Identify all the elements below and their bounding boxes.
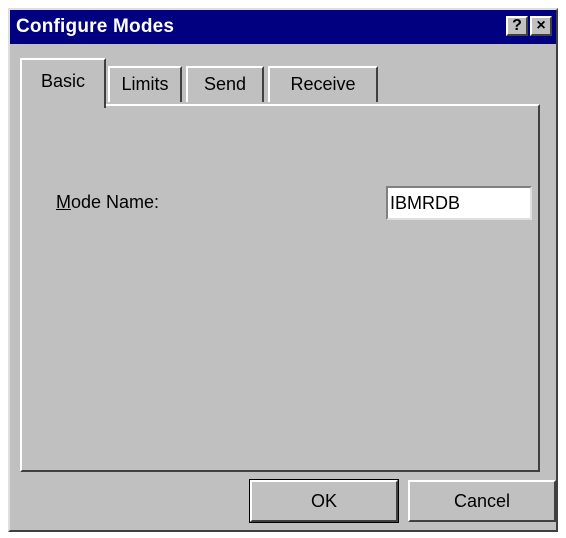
configure-modes-dialog: Configure Modes ? × Basic Limits Send Re… bbox=[8, 8, 558, 532]
question-mark-icon: ? bbox=[512, 17, 522, 34]
tab-limits[interactable]: Limits bbox=[108, 66, 182, 102]
tab-send[interactable]: Send bbox=[186, 66, 264, 102]
mode-name-input[interactable] bbox=[386, 186, 532, 220]
tab-receive[interactable]: Receive bbox=[268, 66, 378, 102]
close-button[interactable]: × bbox=[530, 16, 552, 36]
dialog-title: Configure Modes bbox=[16, 16, 175, 37]
close-icon: × bbox=[536, 17, 546, 34]
title-bar[interactable]: Configure Modes ? × bbox=[10, 10, 556, 44]
tab-strip: Basic Limits Send Receive bbox=[20, 58, 560, 108]
tab-basic[interactable]: Basic bbox=[20, 58, 106, 108]
ok-button[interactable]: OK bbox=[249, 479, 399, 523]
basic-tab-panel: Mode Name: bbox=[20, 104, 540, 472]
cancel-button[interactable]: Cancel bbox=[408, 480, 556, 522]
mode-name-mnemonic: M bbox=[56, 192, 71, 212]
mode-name-label: Mode Name: bbox=[56, 192, 159, 213]
mode-name-label-text: ode Name: bbox=[71, 192, 160, 212]
help-button[interactable]: ? bbox=[506, 16, 528, 36]
